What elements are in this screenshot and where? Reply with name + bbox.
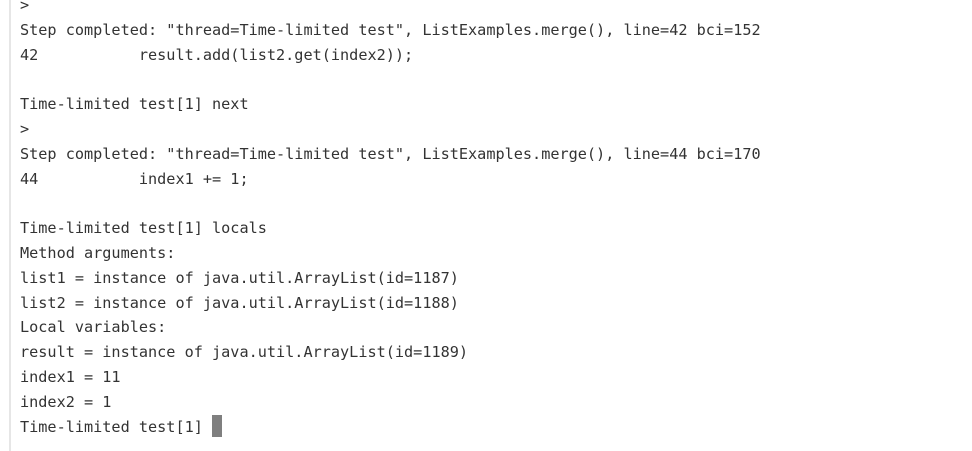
terminal-line: list2 = instance of java.util.ArrayList(…	[20, 293, 459, 312]
terminal-output: > Step completed: "thread=Time-limited t…	[20, 0, 972, 439]
terminal-line: result = instance of java.util.ArrayList…	[20, 343, 469, 362]
terminal-cursor[interactable]	[212, 414, 223, 437]
terminal-left-border	[9, 0, 11, 451]
terminal-line: Step completed: "thread=Time-limited tes…	[20, 20, 761, 39]
terminal-line: list1 = instance of java.util.ArrayList(…	[20, 268, 459, 287]
terminal-line: index2 = 1	[20, 392, 112, 411]
terminal-prompt-line[interactable]: Time-limited test[1]	[20, 414, 972, 440]
terminal-line: Local variables:	[20, 318, 167, 337]
terminal-line: 44 index1 += 1;	[20, 169, 249, 188]
terminal-line: 42 result.add(list2.get(index2));	[20, 45, 414, 64]
terminal-line: >	[20, 0, 30, 14]
terminal-panel[interactable]: > Step completed: "thread=Time-limited t…	[0, 0, 972, 451]
terminal-line: index1 = 11	[20, 367, 121, 386]
terminal-prompt: Time-limited test[1]	[20, 417, 213, 436]
terminal-line: Step completed: "thread=Time-limited tes…	[20, 144, 761, 163]
terminal-line: Time-limited test[1] locals	[20, 219, 267, 238]
terminal-line: Method arguments:	[20, 243, 176, 262]
terminal-line: >	[20, 119, 30, 138]
terminal-line: Time-limited test[1] next	[20, 95, 249, 114]
